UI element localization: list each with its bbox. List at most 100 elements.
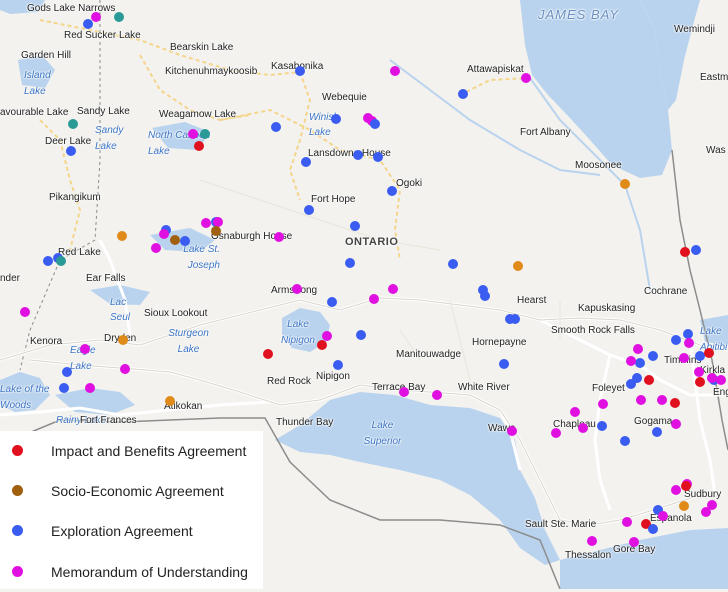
agreement-marker-exp[interactable] bbox=[648, 524, 658, 534]
agreement-marker-mou[interactable] bbox=[622, 517, 632, 527]
agreement-marker-ibe[interactable] bbox=[644, 375, 654, 385]
agreement-marker-exp[interactable] bbox=[345, 258, 355, 268]
agreement-marker-exp[interactable] bbox=[370, 119, 380, 129]
legend-item-mou[interactable]: Memorandum of Understanding bbox=[0, 552, 263, 592]
label-wemindji: Wemindji bbox=[674, 24, 715, 35]
agreement-marker-ibe[interactable] bbox=[317, 340, 327, 350]
agreement-marker-teal[interactable] bbox=[68, 119, 78, 129]
agreement-marker-sea[interactable] bbox=[170, 235, 180, 245]
agreement-marker-exp[interactable] bbox=[458, 89, 468, 99]
agreement-marker-mou[interactable] bbox=[633, 344, 643, 354]
agreement-marker-exp[interactable] bbox=[510, 314, 520, 324]
agreement-marker-exp[interactable] bbox=[635, 358, 645, 368]
agreement-marker-teal[interactable] bbox=[200, 129, 210, 139]
agreement-marker-exp[interactable] bbox=[620, 436, 630, 446]
agreement-marker-exp[interactable] bbox=[66, 146, 76, 156]
agreement-marker-ibe[interactable] bbox=[695, 377, 705, 387]
agreement-marker-mou[interactable] bbox=[91, 12, 101, 22]
agreement-marker-mou[interactable] bbox=[120, 364, 130, 374]
agreement-marker-exp[interactable] bbox=[373, 152, 383, 162]
agreement-marker-mou[interactable] bbox=[274, 232, 284, 242]
agreement-marker-ibe[interactable] bbox=[681, 481, 691, 491]
label-weagamow-lake: Weagamow Lake bbox=[159, 109, 237, 120]
agreement-marker-mou[interactable] bbox=[701, 507, 711, 517]
agreement-marker-exp[interactable] bbox=[499, 359, 509, 369]
agreement-marker-exp[interactable] bbox=[180, 236, 190, 246]
agreement-marker-mou[interactable] bbox=[694, 367, 704, 377]
agreement-marker-mou[interactable] bbox=[151, 243, 161, 253]
agreement-marker-teal[interactable] bbox=[114, 12, 124, 22]
agreement-marker-mou[interactable] bbox=[188, 129, 198, 139]
agreement-marker-exp[interactable] bbox=[387, 186, 397, 196]
label-waskaganish: Was bbox=[706, 145, 726, 156]
agreement-marker-exp[interactable] bbox=[691, 245, 701, 255]
agreement-marker-mou[interactable] bbox=[671, 485, 681, 495]
agreement-marker-exp[interactable] bbox=[356, 330, 366, 340]
agreement-marker-mou[interactable] bbox=[658, 511, 668, 521]
agreement-marker-sea_alt[interactable] bbox=[513, 261, 523, 271]
agreement-marker-mou[interactable] bbox=[587, 536, 597, 546]
agreement-marker-exp[interactable] bbox=[480, 291, 490, 301]
agreement-marker-exp[interactable] bbox=[301, 157, 311, 167]
agreement-marker-mou[interactable] bbox=[684, 338, 694, 348]
agreement-marker-mou[interactable] bbox=[626, 356, 636, 366]
agreement-marker-exp[interactable] bbox=[448, 259, 458, 269]
agreement-marker-ibe[interactable] bbox=[670, 398, 680, 408]
agreement-marker-ibe[interactable] bbox=[704, 348, 714, 358]
agreement-marker-mou[interactable] bbox=[679, 353, 689, 363]
agreement-marker-mou[interactable] bbox=[432, 390, 442, 400]
agreement-marker-sea_alt[interactable] bbox=[117, 231, 127, 241]
agreement-marker-ibe[interactable] bbox=[680, 247, 690, 257]
agreement-marker-mou[interactable] bbox=[570, 407, 580, 417]
agreement-marker-mou[interactable] bbox=[671, 419, 681, 429]
agreement-marker-mou[interactable] bbox=[399, 387, 409, 397]
agreement-marker-mou[interactable] bbox=[159, 229, 169, 239]
agreement-marker-mou[interactable] bbox=[369, 294, 379, 304]
agreement-marker-exp[interactable] bbox=[331, 114, 341, 124]
agreement-marker-mou[interactable] bbox=[507, 426, 517, 436]
agreement-marker-ibe[interactable] bbox=[194, 141, 204, 151]
agreement-marker-mou[interactable] bbox=[85, 383, 95, 393]
agreement-marker-exp[interactable] bbox=[295, 66, 305, 76]
legend-item-exploration[interactable]: Exploration Agreement bbox=[0, 511, 263, 551]
agreement-marker-mou[interactable] bbox=[578, 423, 588, 433]
legend-item-ibe[interactable]: Impact and Benefits Agreement bbox=[0, 431, 263, 471]
agreement-marker-mou[interactable] bbox=[707, 373, 717, 383]
agreement-marker-exp[interactable] bbox=[353, 150, 363, 160]
agreement-marker-ibe[interactable] bbox=[263, 349, 273, 359]
agreement-marker-sea_alt[interactable] bbox=[679, 501, 689, 511]
agreement-marker-exp[interactable] bbox=[632, 373, 642, 383]
agreement-marker-exp[interactable] bbox=[327, 297, 337, 307]
agreement-marker-exp[interactable] bbox=[83, 19, 93, 29]
agreement-marker-exp[interactable] bbox=[333, 360, 343, 370]
agreement-marker-mou[interactable] bbox=[388, 284, 398, 294]
agreement-marker-mou[interactable] bbox=[716, 375, 726, 385]
agreement-marker-exp[interactable] bbox=[648, 351, 658, 361]
agreement-marker-mou[interactable] bbox=[521, 73, 531, 83]
legend-item-sea[interactable]: Socio-Economic Agreement bbox=[0, 471, 263, 511]
agreement-marker-mou[interactable] bbox=[551, 428, 561, 438]
agreement-marker-exp[interactable] bbox=[59, 383, 69, 393]
agreement-marker-exp[interactable] bbox=[271, 122, 281, 132]
agreement-marker-sea_alt[interactable] bbox=[118, 335, 128, 345]
agreement-marker-mou[interactable] bbox=[657, 395, 667, 405]
agreement-marker-sea_alt[interactable] bbox=[620, 179, 630, 189]
agreement-marker-exp[interactable] bbox=[597, 421, 607, 431]
agreement-marker-sea[interactable] bbox=[211, 226, 221, 236]
agreement-marker-sea_alt[interactable] bbox=[165, 396, 175, 406]
agreement-marker-exp[interactable] bbox=[350, 221, 360, 231]
agreement-marker-exp[interactable] bbox=[671, 335, 681, 345]
agreement-marker-exp[interactable] bbox=[43, 256, 53, 266]
agreement-marker-exp[interactable] bbox=[62, 367, 72, 377]
agreement-marker-mou[interactable] bbox=[629, 537, 639, 547]
agreement-marker-mou[interactable] bbox=[20, 307, 30, 317]
agreement-marker-mou[interactable] bbox=[292, 284, 302, 294]
agreement-marker-mou[interactable] bbox=[598, 399, 608, 409]
agreement-marker-teal[interactable] bbox=[56, 256, 66, 266]
agreement-marker-mou[interactable] bbox=[201, 218, 211, 228]
agreement-marker-exp[interactable] bbox=[304, 205, 314, 215]
agreement-marker-mou[interactable] bbox=[636, 395, 646, 405]
agreement-marker-mou[interactable] bbox=[390, 66, 400, 76]
agreement-marker-mou[interactable] bbox=[80, 344, 90, 354]
agreement-marker-exp[interactable] bbox=[652, 427, 662, 437]
